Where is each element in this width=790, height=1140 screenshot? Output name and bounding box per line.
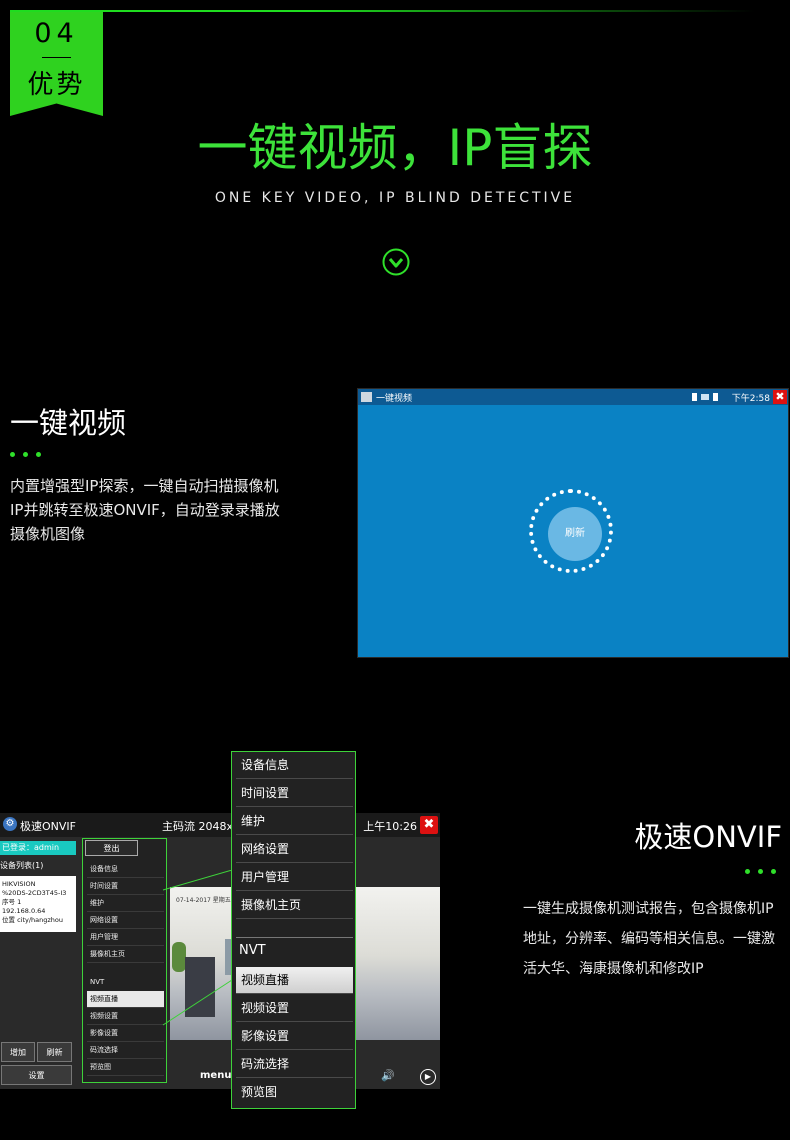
zoom-connector-lines (162, 870, 233, 1026)
logout-button[interactable]: 登出 (85, 840, 138, 856)
section2-dots (745, 869, 776, 874)
zoom-nvt-item[interactable]: 视频设置 (236, 995, 353, 1022)
zoomed-menu: 设备信息 时间设置 维护 网络设置 用户管理 摄像机主页 NVT 视频直播 视频… (231, 751, 356, 1109)
chevron-down-icon (382, 248, 410, 276)
onvif-time: 上午10:26 (363, 820, 417, 833)
device-location: 位置 city/hangzhou (2, 916, 64, 924)
zoom-nvt-item[interactable]: 预览图 (236, 1079, 353, 1106)
settings-gear-icon[interactable]: ⚙ (3, 817, 17, 831)
screen-title-bar: 一键视频 下午2:58 ✖ (358, 389, 788, 405)
onvif-title: 极速ONVIF (20, 820, 76, 833)
device-card[interactable]: HIKVISION %20DS-2CD3T45-I3 序号 1 192.168.… (0, 876, 76, 932)
status-icons (692, 393, 718, 401)
speaker-icon[interactable]: 🔊 (381, 1069, 395, 1082)
device-list-label: 设备列表(1) (0, 861, 44, 870)
zoom-menu-item[interactable]: 维护 (236, 808, 353, 835)
zoom-nvt-label: NVT (239, 943, 266, 958)
zoom-menu-item[interactable]: 用户管理 (236, 864, 353, 891)
menu-item[interactable]: 网络设置 (87, 912, 164, 929)
nvt-item-live[interactable]: 视频直播 (87, 991, 164, 1008)
section1-title: 一键视频 (10, 406, 127, 440)
device-serial: 序号 1 (2, 898, 22, 906)
top-divider-line (10, 10, 755, 12)
zoom-menu-item[interactable]: 摄像机主页 (236, 892, 353, 919)
section1-dots (10, 452, 41, 457)
nvt-item[interactable]: 影像设置 (87, 1025, 164, 1042)
badge-label: 优势 (27, 70, 86, 100)
zoom-nvt-item[interactable]: 码流选择 (236, 1051, 353, 1078)
nvt-item[interactable]: 预览图 (87, 1059, 164, 1076)
zoom-menu-item[interactable]: 网络设置 (236, 836, 353, 863)
page-subtitle: ONE KEY VIDEO, IP BLIND DETECTIVE (214, 190, 576, 206)
menu-divider (236, 937, 353, 938)
app-icon (361, 392, 372, 402)
play-icon[interactable]: ▶ (420, 1069, 436, 1085)
device-brand: HIKVISION (2, 880, 36, 888)
menu-item[interactable]: 摄像机主页 (87, 946, 164, 963)
one-key-video-screen: 一键视频 下午2:58 ✖ 刷新 (357, 388, 789, 658)
section1-description: 内置增强型IP探索，一键自动扫描摄像机IP并跳转至极速ONVIF，自动登录录播放… (10, 477, 280, 543)
zoom-nvt-item[interactable]: 影像设置 (236, 1023, 353, 1050)
badge-number: 04 (34, 18, 79, 49)
section2-description: 一键生成摄像机测试报告，包含摄像机IP地址，分辨率、编码等相关信息。一键激活大华… (523, 901, 775, 977)
onvif-close-button[interactable]: ✖ (420, 816, 438, 834)
screen-title: 一键视频 (376, 394, 413, 404)
section-badge: 04 优势 (10, 12, 103, 116)
close-button[interactable]: ✖ (773, 390, 787, 404)
menu-item[interactable]: 用户管理 (87, 929, 164, 946)
page-title: 一键视频，IP盲探 (197, 119, 593, 177)
login-status: 已登录：admin (0, 841, 76, 855)
refresh-button[interactable]: 刷新 (548, 507, 602, 561)
menu-item[interactable]: 时间设置 (87, 878, 164, 895)
screen-time: 下午2:58 (731, 394, 770, 404)
small-menu: 登出 设备信息 时间设置 维护 网络设置 用户管理 摄像机主页 NVT 视频直播… (82, 838, 167, 1083)
device-ip: 192.168.0.64 (2, 907, 46, 915)
nvt-item[interactable]: 码流选择 (87, 1042, 164, 1059)
settings-button[interactable]: 设置 (1, 1065, 72, 1085)
badge-separator (42, 57, 71, 58)
nvt-label: NVT (90, 978, 105, 986)
zoom-menu-item[interactable]: 设备信息 (236, 752, 353, 779)
zoom-menu-item[interactable]: 时间设置 (236, 780, 353, 807)
section2-title: 极速ONVIF (634, 820, 782, 854)
onvif-title-bar: ⚙ 极速ONVIF 主码流 2048x15 上午10:26 ✖ (0, 813, 440, 837)
refresh-list-button[interactable]: 刷新 (37, 1042, 72, 1062)
menu-item[interactable]: 维护 (87, 895, 164, 912)
menu-item[interactable]: 设备信息 (87, 861, 164, 878)
device-model: %20DS-2CD3T45-I3 (2, 889, 67, 897)
zoom-nvt-item-live[interactable]: 视频直播 (236, 967, 353, 994)
add-button[interactable]: 增加 (1, 1042, 35, 1062)
menu-logo[interactable]: menu (200, 1070, 231, 1081)
nvt-item[interactable]: 视频设置 (87, 1008, 164, 1025)
